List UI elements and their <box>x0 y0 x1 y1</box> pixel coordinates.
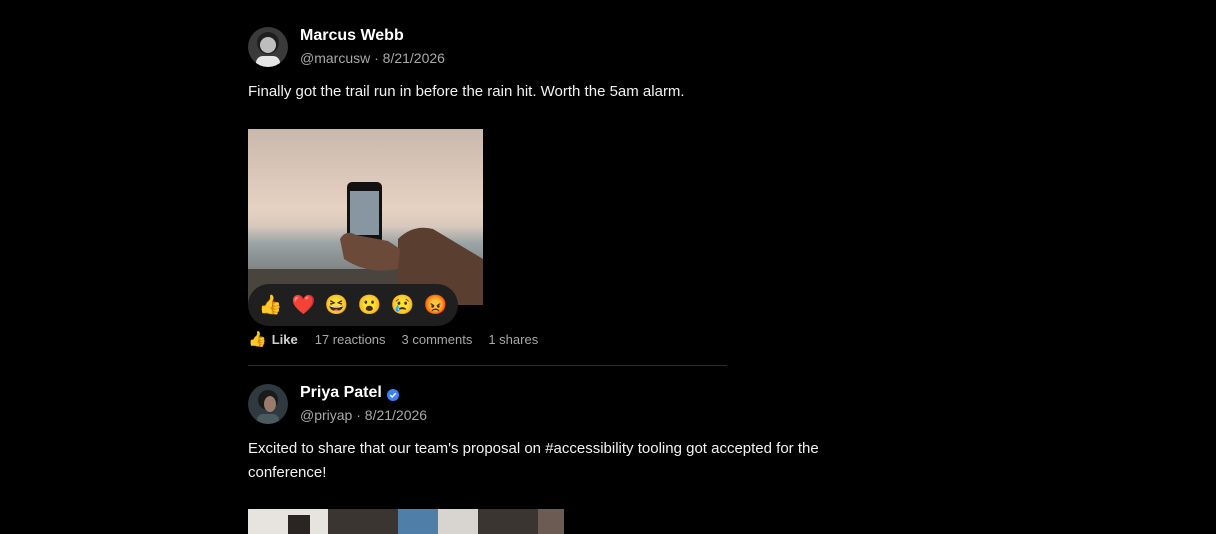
post-actions: 👍 Like 17 reactions 3 comments 1 shares <box>248 330 554 348</box>
reaction-wow-button[interactable]: 😮 <box>353 289 386 322</box>
like-button[interactable]: 👍 Like <box>248 330 298 348</box>
avatar[interactable] <box>248 27 288 67</box>
reaction-like-button[interactable]: 👍 <box>254 289 287 322</box>
author-handle[interactable]: @priyap <box>300 407 352 423</box>
post-text: Excited to share that our team's proposa… <box>248 440 819 481</box>
post-header: Priya Patel @priyap · 8/21/2026 <box>248 384 427 424</box>
reaction-haha-button[interactable]: 😆 <box>320 289 353 322</box>
reaction-angry-button[interactable]: 😡 <box>419 289 452 322</box>
post-text: Finally got the trail run in before the … <box>248 83 685 100</box>
reaction-love-button[interactable]: ❤️ <box>287 289 320 322</box>
author-line: Priya Patel <box>300 383 427 403</box>
like-label: Like <box>271 331 298 347</box>
author-name[interactable]: Marcus Webb <box>300 26 445 46</box>
meta-separator: · <box>374 50 379 66</box>
author-handle[interactable]: @marcusw <box>300 50 370 66</box>
author-name[interactable]: Priya Patel <box>300 383 382 403</box>
thumbs-up-icon: 👍 <box>248 331 267 348</box>
post-date[interactable]: 8/21/2026 <box>383 50 445 66</box>
reactions-count[interactable]: 17 reactions <box>315 332 386 347</box>
post-meta: @marcusw · 8/21/2026 <box>300 49 445 67</box>
shares-count[interactable]: 1 shares <box>488 332 538 347</box>
post-meta: @priyap · 8/21/2026 <box>300 406 427 424</box>
comments-count[interactable]: 3 comments <box>402 332 473 347</box>
meta-separator: · <box>356 407 361 423</box>
post-header: Marcus Webb @marcusw · 8/21/2026 <box>248 27 445 67</box>
post-image[interactable] <box>248 129 483 305</box>
post-date[interactable]: 8/21/2026 <box>365 407 427 423</box>
avatar[interactable] <box>248 384 288 424</box>
post-divider <box>248 365 727 366</box>
reaction-sad-button[interactable]: 😢 <box>386 289 419 322</box>
verified-badge-icon <box>386 387 399 401</box>
post-image[interactable] <box>248 509 564 534</box>
reaction-picker: 👍 ❤️ 😆 😮 😢 😡 <box>248 284 458 326</box>
